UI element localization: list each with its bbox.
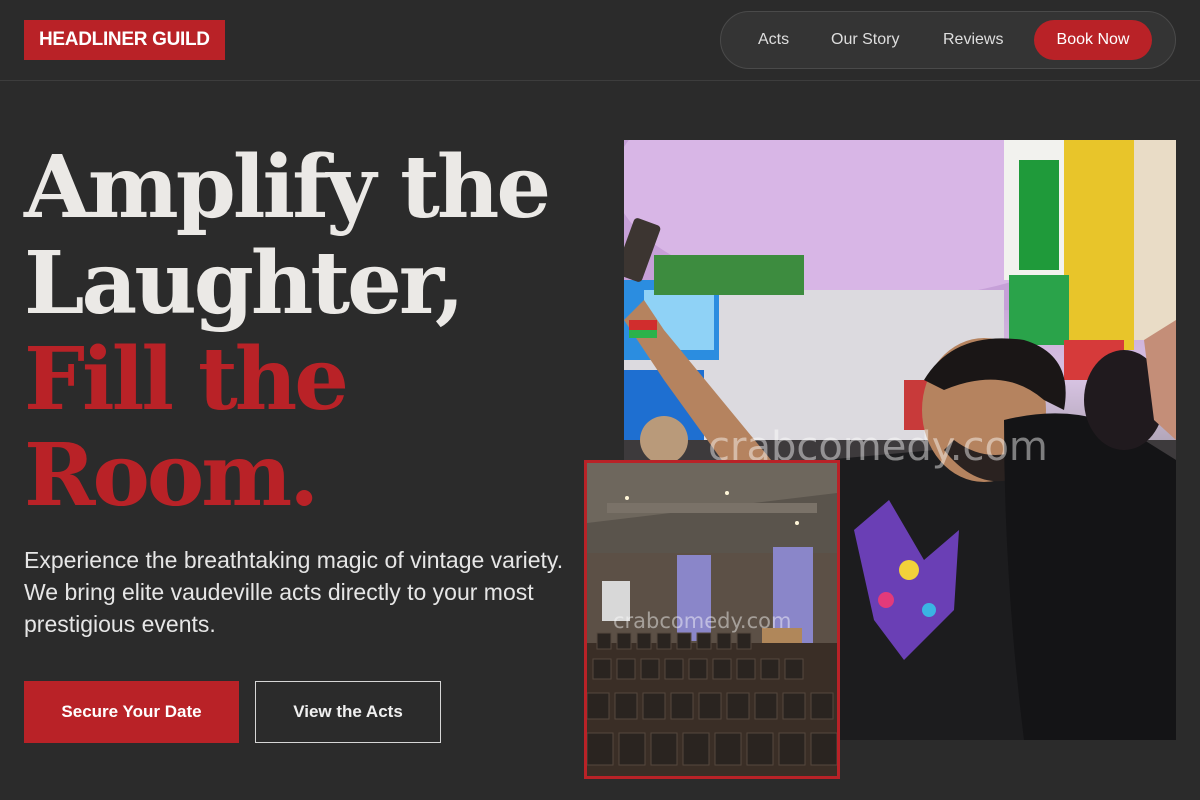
site-header: HEADLINER GUILD Acts Our Story Reviews B… bbox=[0, 0, 1200, 81]
view-the-acts-button[interactable]: View the Acts bbox=[255, 681, 441, 743]
nav-link-our-story[interactable]: Our Story bbox=[831, 12, 899, 68]
headline-line-4: Room. bbox=[24, 425, 319, 526]
hero-headline: Amplify the Laughter, Fill the Room. bbox=[24, 140, 584, 524]
hero-subtext: Experience the breathtaking magic of vin… bbox=[24, 547, 564, 637]
book-now-button[interactable]: Book Now bbox=[1034, 20, 1152, 60]
headline-line-2: Laughter, bbox=[24, 233, 465, 334]
secure-your-date-button[interactable]: Secure Your Date bbox=[24, 681, 239, 743]
hero-photo-venue: crabcomedy.com bbox=[584, 460, 840, 779]
main-nav: Acts Our Story Reviews Book Now bbox=[720, 11, 1176, 69]
nav-link-reviews[interactable]: Reviews bbox=[943, 12, 1003, 68]
headline-line-3: Fill the bbox=[24, 329, 349, 430]
nav-link-acts[interactable]: Acts bbox=[758, 12, 789, 68]
brand-logo[interactable]: HEADLINER GUILD bbox=[24, 20, 225, 60]
headline-line-1: Amplify the bbox=[24, 137, 551, 238]
venue-photo-watermark: crabcomedy.com bbox=[613, 609, 792, 633]
